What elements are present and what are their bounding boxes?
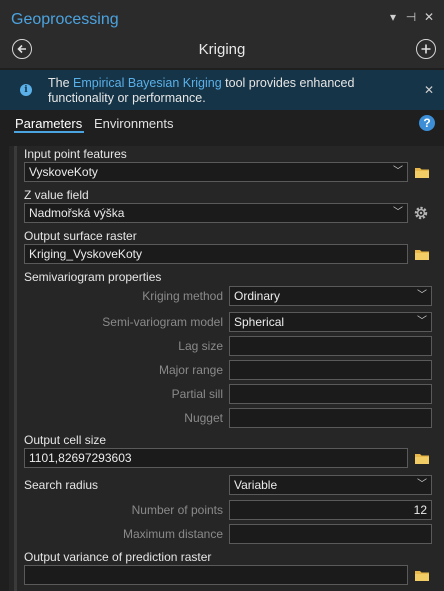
input-point-features-value: VyskoveKoty [29, 165, 98, 179]
kriging-method-dropdown[interactable]: Ordinary ﹀ [229, 286, 432, 306]
semi-variogram-model-label: Semi-variogram model [102, 315, 223, 329]
output-variance-raster-label: Output variance of prediction raster [24, 550, 212, 564]
chevron-down-icon: ﹀ [417, 290, 427, 301]
lag-size-input[interactable] [229, 336, 432, 356]
tab-parameters[interactable]: Parameters [15, 116, 82, 131]
gear-icon[interactable] [413, 205, 429, 221]
output-cell-size-label: Output cell size [24, 433, 107, 447]
output-cell-size-value: 1101,82697293603 [29, 451, 132, 465]
chevron-down-icon: ﹀ [393, 207, 403, 218]
tool-nav-bar: Kriging [0, 34, 444, 68]
semi-variogram-model-dropdown[interactable]: Spherical ﹀ [229, 312, 432, 332]
kriging-method-label: Kriging method [142, 289, 223, 303]
input-point-features-label: Input point features [24, 147, 127, 161]
output-surface-raster-input[interactable]: Kriging_VyskoveKoty [24, 244, 408, 264]
search-radius-label: Search radius [24, 478, 99, 492]
add-button[interactable] [416, 39, 436, 59]
info-message: The Empirical Bayesian Kriging tool prov… [48, 76, 418, 106]
partial-sill-input[interactable] [229, 384, 432, 404]
lag-size-label: Lag size [178, 339, 223, 353]
partial-sill-label: Partial sill [171, 387, 223, 401]
pane-options-dropdown-icon[interactable]: ▾ [386, 10, 400, 24]
chevron-down-icon: ﹀ [417, 316, 427, 327]
number-of-points-input[interactable]: 12 [229, 500, 432, 520]
maximum-distance-input[interactable] [229, 524, 432, 544]
close-pane-icon[interactable]: ✕ [422, 10, 436, 24]
output-variance-raster-input[interactable] [24, 565, 408, 585]
empirical-bayesian-kriging-link[interactable]: Empirical Bayesian Kriging [73, 76, 222, 90]
active-tab-indicator [14, 131, 84, 133]
tool-title: Kriging [198, 41, 246, 58]
info-icon: i [20, 84, 32, 96]
semi-variogram-model-value: Spherical [234, 315, 285, 329]
search-radius-value: Variable [234, 478, 278, 492]
output-cell-size-input[interactable]: 1101,82697293603 [24, 448, 408, 468]
chevron-down-icon: ﹀ [417, 479, 427, 490]
nugget-input[interactable] [229, 408, 432, 428]
output-surface-raster-label: Output surface raster [24, 229, 137, 243]
pin-icon[interactable]: ⊣ [404, 10, 418, 24]
input-point-features-dropdown[interactable]: VyskoveKoty ﹀ [24, 162, 408, 182]
z-value-field-dropdown[interactable]: Nadmořská výška ﹀ [24, 203, 408, 223]
number-of-points-label: Number of points [131, 503, 223, 517]
z-value-field-value: Nadmořská výška [29, 206, 125, 220]
pane-title: Geoprocessing [11, 11, 119, 28]
output-surface-raster-value: Kriging_VyskoveKoty [29, 247, 142, 261]
major-range-input[interactable] [229, 360, 432, 380]
chevron-down-icon: ﹀ [393, 166, 403, 177]
browse-folder-icon[interactable] [414, 452, 430, 465]
dismiss-info-icon[interactable]: ✕ [424, 83, 434, 97]
kriging-method-value: Ordinary [234, 289, 281, 303]
maximum-distance-label: Maximum distance [122, 527, 223, 541]
major-range-label: Major range [158, 363, 223, 377]
help-icon[interactable]: ? [419, 115, 435, 131]
browse-folder-icon[interactable] [414, 248, 430, 261]
browse-folder-icon[interactable] [414, 569, 430, 582]
parameters-rail [14, 146, 17, 591]
pane-title-bar: Geoprocessing ▾ ⊣ ✕ [0, 0, 444, 34]
browse-folder-icon[interactable] [414, 166, 430, 179]
tab-environments[interactable]: Environments [94, 116, 173, 131]
info-prefix: The [48, 76, 74, 90]
semivariogram-properties-heading: Semivariogram properties [24, 270, 162, 284]
search-radius-dropdown[interactable]: Variable ﹀ [229, 475, 432, 495]
z-value-field-label: Z value field [24, 188, 89, 202]
plus-icon [421, 44, 431, 54]
nugget-label: Nugget [184, 411, 223, 425]
